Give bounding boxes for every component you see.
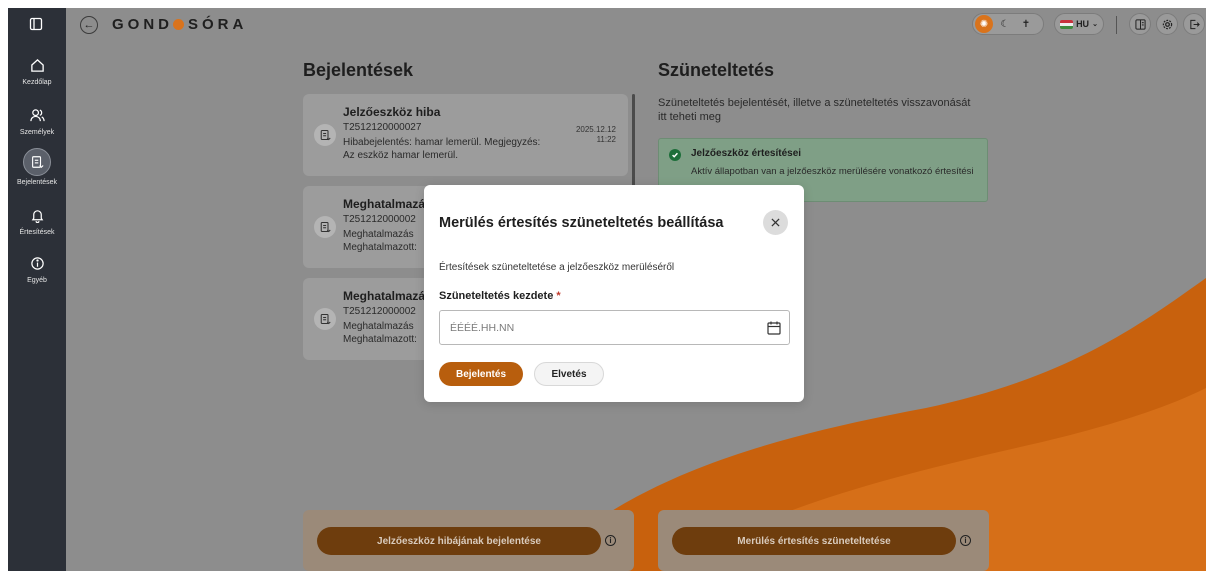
- sidebar-item-other[interactable]: Egyéb: [8, 252, 66, 284]
- sidebar-item-label: Egyéb: [27, 277, 47, 284]
- report-card[interactable]: Jelzőeszköz hiba T2512120000027 Hibabeje…: [303, 94, 628, 176]
- sidebar-item-label: Személyek: [19, 129, 55, 136]
- card-id: T251212000002: [343, 214, 416, 225]
- document-icon: [314, 124, 336, 146]
- sidebar-item-label: Értesítések: [19, 229, 55, 236]
- document-icon: [314, 308, 336, 330]
- bell-icon: [26, 204, 48, 226]
- language-selector[interactable]: HU ⌄: [1054, 13, 1104, 35]
- suspend-notification-panel: Merülés értesítés szüneteltetése i: [658, 510, 989, 571]
- check-circle-icon: [669, 149, 681, 161]
- start-date-input[interactable]: [439, 310, 790, 345]
- back-arrow-icon[interactable]: ←: [80, 16, 98, 34]
- document-icon: [23, 148, 51, 176]
- sidebar-item-label: Bejelentések: [16, 179, 58, 186]
- status-text: Aktív állapotban van a jelzőeszköz merül…: [691, 166, 974, 177]
- required-mark: *: [556, 290, 561, 302]
- sun-icon[interactable]: ✺: [975, 15, 993, 33]
- document-icon: [314, 216, 336, 238]
- sidebar-item-reports[interactable]: Bejelentések: [8, 148, 66, 186]
- sidebar-toggle-icon[interactable]: [26, 14, 46, 34]
- card-datetime: 2025.12.12 11:22: [575, 125, 616, 144]
- sidebar-item-home[interactable]: Kezdőlap: [8, 54, 66, 86]
- toolbar-divider: [1116, 16, 1117, 34]
- card-id: T251212000002: [343, 306, 416, 317]
- reports-title: Bejelentések: [303, 60, 414, 80]
- suspension-description: Szüneteltetés bejelentését, illetve a sz…: [658, 97, 971, 123]
- submit-button[interactable]: Bejelentés: [439, 362, 523, 386]
- hungarian-flag-icon: [1060, 19, 1074, 29]
- sidebar: Kezdőlap Személyek Bejelentések Értesíté…: [8, 8, 66, 571]
- close-icon: [771, 218, 780, 227]
- chevron-down-icon: ⌄: [1092, 21, 1098, 28]
- start-date-label: Szüneteltetés kezdete *: [439, 290, 561, 302]
- logout-icon[interactable]: [1183, 13, 1205, 35]
- status-title: Jelzőeszköz értesítései: [691, 148, 802, 159]
- info-icon[interactable]: i: [960, 535, 971, 546]
- app-logo: GOND SÓRA: [112, 16, 248, 33]
- accessibility-icon[interactable]: ✝: [1017, 15, 1035, 33]
- reports-scrollbar[interactable]: [632, 94, 635, 194]
- suspension-title: Szüneteltetés: [658, 60, 775, 80]
- sidebar-item-people[interactable]: Személyek: [8, 104, 66, 136]
- info-icon[interactable]: i: [605, 535, 616, 546]
- suspend-notification-button[interactable]: Merülés értesítés szüneteltetése: [672, 527, 956, 555]
- home-icon: [26, 54, 48, 76]
- info-icon: [26, 252, 48, 274]
- report-fault-panel: Jelzőeszköz hibájának bejelentése i: [303, 510, 634, 571]
- card-title: Meghatalmazá: [343, 197, 426, 211]
- modal-description: Értesítések szüneteltetése a jelzőeszköz…: [439, 262, 675, 273]
- calendar-icon[interactable]: [766, 320, 782, 336]
- gear-icon[interactable]: [1156, 13, 1178, 35]
- top-bar: ← GOND SÓRA ✺ ☾ ✝ HU ⌄: [66, 8, 1206, 42]
- modal-title: Merülés értesítés szüneteltetés beállítá…: [439, 215, 724, 231]
- logo-dot-icon: [173, 19, 184, 30]
- cancel-button[interactable]: Elvetés: [534, 362, 604, 386]
- close-button[interactable]: [763, 210, 788, 235]
- theme-switcher: ✺ ☾ ✝: [972, 13, 1044, 35]
- report-fault-button[interactable]: Jelzőeszköz hibájának bejelentése: [317, 527, 601, 555]
- accessibility-panel-icon[interactable]: [1129, 13, 1151, 35]
- card-text: Hibabejelentés: hamar lemerül. Megjegyzé…: [343, 137, 541, 161]
- card-title: Meghatalmazá: [343, 289, 426, 303]
- card-id: T2512120000027: [343, 122, 422, 133]
- moon-icon[interactable]: ☾: [996, 15, 1014, 33]
- card-title: Jelzőeszköz hiba: [343, 105, 441, 119]
- sidebar-item-notifications[interactable]: Értesítések: [8, 204, 66, 236]
- people-icon: [26, 104, 48, 126]
- suspension-modal: Merülés értesítés szüneteltetés beállítá…: [424, 185, 804, 402]
- sidebar-item-label: Kezdőlap: [22, 79, 52, 86]
